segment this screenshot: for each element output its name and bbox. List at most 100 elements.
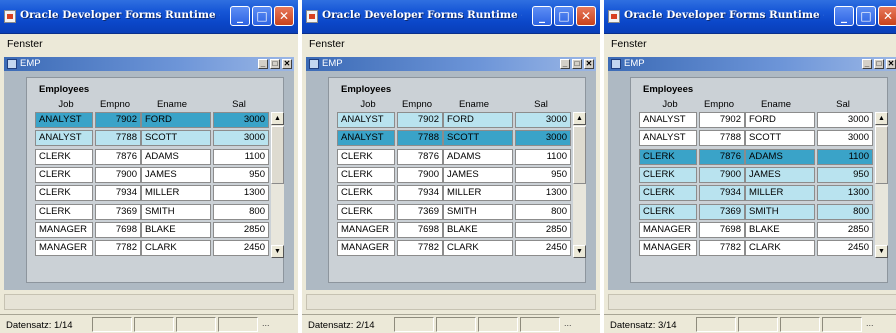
sal-field[interactable]: 1300: [817, 185, 873, 202]
maximize-icon[interactable]: □: [856, 6, 876, 26]
sal-field[interactable]: 3000: [515, 112, 571, 128]
sal-field[interactable]: 800: [817, 203, 873, 220]
empno-field[interactable]: 7876: [699, 148, 745, 165]
form-minimize-icon[interactable]: _: [862, 59, 872, 69]
sal-field[interactable]: 1100: [213, 148, 269, 165]
empno-field[interactable]: 7788: [95, 130, 141, 147]
menu-fenster[interactable]: Fenster: [7, 38, 43, 50]
ename-field[interactable]: ADAMS: [141, 148, 211, 165]
job-field[interactable]: CLERK: [639, 166, 697, 183]
job-field[interactable]: ANALYST: [639, 130, 697, 147]
job-field[interactable]: CLERK: [35, 166, 93, 183]
empno-field[interactable]: 7900: [397, 166, 443, 183]
job-field[interactable]: MANAGER: [337, 240, 395, 257]
window-titlebar[interactable]: Oracle Developer Forms Runtime - Web _ □…: [0, 0, 298, 34]
empno-field[interactable]: 7782: [699, 240, 745, 257]
ename-field[interactable]: ADAMS: [745, 148, 815, 165]
sal-field[interactable]: 2450: [817, 240, 873, 257]
minimize-icon[interactable]: _: [532, 6, 552, 26]
empno-field[interactable]: 7876: [397, 148, 443, 165]
job-field[interactable]: ANALYST: [337, 112, 395, 128]
sal-field[interactable]: 3000: [817, 112, 873, 128]
empno-field[interactable]: 7369: [95, 203, 141, 220]
empno-field[interactable]: 7934: [699, 185, 745, 202]
minimize-icon[interactable]: _: [834, 6, 854, 26]
sal-field[interactable]: 2450: [213, 240, 269, 257]
scroll-thumb[interactable]: [573, 126, 586, 184]
empno-field[interactable]: 7876: [95, 148, 141, 165]
sal-field[interactable]: 950: [817, 166, 873, 183]
ename-field[interactable]: SCOTT: [141, 130, 211, 147]
ename-field[interactable]: FORD: [745, 112, 815, 128]
horizontal-scrollbar[interactable]: [4, 294, 294, 310]
sal-field[interactable]: 1100: [817, 148, 873, 165]
scroll-up-icon[interactable]: ▲: [271, 112, 284, 125]
sal-field[interactable]: 2850: [515, 221, 571, 238]
sal-field[interactable]: 3000: [213, 112, 269, 128]
menu-fenster[interactable]: Fenster: [611, 38, 647, 50]
sal-field[interactable]: 2850: [817, 221, 873, 238]
ename-field[interactable]: MILLER: [745, 185, 815, 202]
job-field[interactable]: ANALYST: [639, 112, 697, 128]
ename-field[interactable]: CLARK: [141, 240, 211, 257]
sal-field[interactable]: 1100: [515, 148, 571, 165]
job-field[interactable]: MANAGER: [35, 240, 93, 257]
window-titlebar[interactable]: Oracle Developer Forms Runtime - Web _ □…: [604, 0, 896, 34]
form-minimize-icon[interactable]: _: [560, 59, 570, 69]
job-field[interactable]: MANAGER: [639, 221, 697, 238]
job-field[interactable]: MANAGER: [35, 221, 93, 238]
job-field[interactable]: ANALYST: [35, 130, 93, 147]
job-field[interactable]: CLERK: [337, 148, 395, 165]
form-close-icon[interactable]: ✕: [282, 59, 292, 69]
vertical-scrollbar[interactable]: ▲ ▼: [271, 112, 284, 258]
job-field[interactable]: ANALYST: [35, 112, 93, 128]
scroll-thumb[interactable]: [875, 126, 888, 184]
empno-field[interactable]: 7788: [397, 130, 443, 147]
maximize-icon[interactable]: □: [554, 6, 574, 26]
empno-field[interactable]: 7902: [397, 112, 443, 128]
job-field[interactable]: CLERK: [35, 185, 93, 202]
form-maximize-icon[interactable]: □: [572, 59, 582, 69]
ename-field[interactable]: SMITH: [141, 203, 211, 220]
scroll-up-icon[interactable]: ▲: [573, 112, 586, 125]
job-field[interactable]: CLERK: [337, 203, 395, 220]
empno-field[interactable]: 7902: [699, 112, 745, 128]
horizontal-scrollbar[interactable]: [306, 294, 596, 310]
empno-field[interactable]: 7788: [699, 130, 745, 147]
empno-field[interactable]: 7698: [699, 221, 745, 238]
window-titlebar[interactable]: Oracle Developer Forms Runtime - Web _ □…: [302, 0, 600, 34]
vertical-scrollbar[interactable]: ▲ ▼: [875, 112, 888, 258]
form-window-titlebar[interactable]: EMP _ □ ✕: [608, 57, 896, 71]
job-field[interactable]: CLERK: [337, 166, 395, 183]
ename-field[interactable]: CLARK: [443, 240, 513, 257]
scroll-up-icon[interactable]: ▲: [875, 112, 888, 125]
ename-field[interactable]: BLAKE: [745, 221, 815, 238]
sal-field[interactable]: 1300: [515, 185, 571, 202]
empno-field[interactable]: 7934: [397, 185, 443, 202]
sal-field[interactable]: 1300: [213, 185, 269, 202]
sal-field[interactable]: 3000: [213, 130, 269, 147]
maximize-icon[interactable]: □: [252, 6, 272, 26]
sal-field[interactable]: 2450: [515, 240, 571, 257]
ename-field[interactable]: SCOTT: [745, 130, 815, 147]
job-field[interactable]: CLERK: [35, 148, 93, 165]
form-maximize-icon[interactable]: □: [270, 59, 280, 69]
form-close-icon[interactable]: ✕: [886, 59, 896, 69]
form-maximize-icon[interactable]: □: [874, 59, 884, 69]
sal-field[interactable]: 3000: [817, 130, 873, 147]
ename-field[interactable]: MILLER: [141, 185, 211, 202]
ename-field[interactable]: CLARK: [745, 240, 815, 257]
scroll-down-icon[interactable]: ▼: [271, 245, 284, 258]
ename-field[interactable]: JAMES: [443, 166, 513, 183]
sal-field[interactable]: 800: [213, 203, 269, 220]
ename-field[interactable]: SMITH: [443, 203, 513, 220]
job-field[interactable]: CLERK: [639, 185, 697, 202]
form-minimize-icon[interactable]: _: [258, 59, 268, 69]
scroll-down-icon[interactable]: ▼: [875, 245, 888, 258]
empno-field[interactable]: 7782: [95, 240, 141, 257]
ename-field[interactable]: JAMES: [745, 166, 815, 183]
form-close-icon[interactable]: ✕: [584, 59, 594, 69]
empno-field[interactable]: 7934: [95, 185, 141, 202]
job-field[interactable]: MANAGER: [337, 221, 395, 238]
ename-field[interactable]: BLAKE: [141, 221, 211, 238]
